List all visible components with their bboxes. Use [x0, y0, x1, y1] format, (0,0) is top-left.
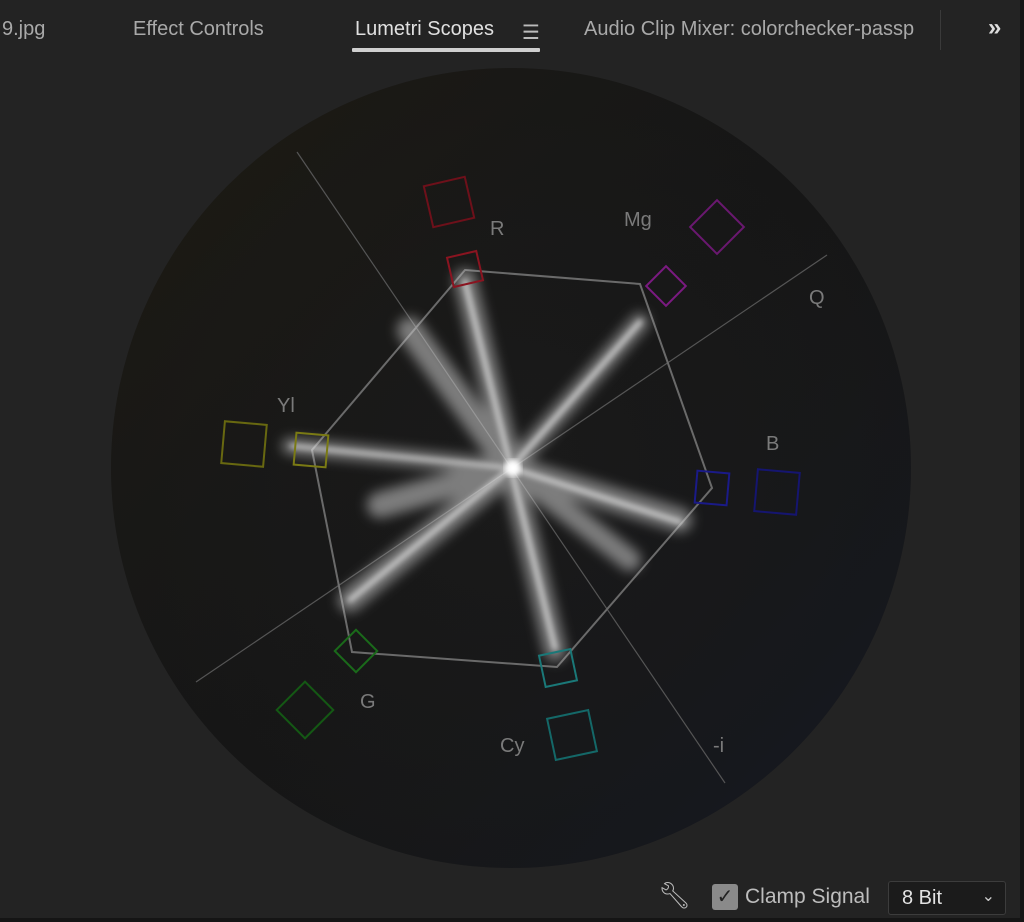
label-g: G — [360, 691, 376, 713]
clamp-signal-label[interactable]: Clamp Signal — [745, 885, 870, 909]
clamp-signal-checkbox[interactable]: ✓ — [712, 884, 738, 910]
bit-depth-value: 8 Bit — [902, 887, 943, 909]
label-b: B — [766, 433, 779, 455]
lumetri-scopes-panel: 9.jpg Effect Controls Lumetri Scopes ☰ A… — [0, 0, 1024, 922]
vectorscope: R Mg B Cy G Yl Q -i — [111, 68, 911, 868]
label-i: -i — [713, 735, 724, 757]
bit-depth-dropdown[interactable]: 8 Bit ⌄ — [888, 881, 1006, 915]
label-q: Q — [809, 287, 825, 309]
wrench-icon[interactable]: 🔧︎ — [658, 880, 691, 914]
label-yl: Yl — [277, 395, 295, 417]
chevron-down-icon: ⌄ — [981, 888, 995, 905]
label-r: R — [490, 218, 504, 240]
label-mg: Mg — [624, 209, 652, 231]
label-cy: Cy — [500, 735, 524, 757]
